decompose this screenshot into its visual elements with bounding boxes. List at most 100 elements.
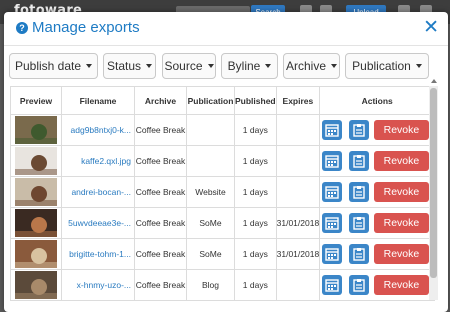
preview-cell xyxy=(10,145,62,177)
edit-button[interactable] xyxy=(348,244,369,264)
calendar-button[interactable] xyxy=(322,213,343,233)
actions-cell: Revoke xyxy=(319,114,436,146)
calendar-button[interactable] xyxy=(322,151,343,171)
filter-status[interactable]: Status xyxy=(103,53,156,79)
calendar-button[interactable] xyxy=(322,120,343,140)
table-row: andrei-bocan-... Coffee Break Website 1 … xyxy=(10,176,436,208)
published-cell: 1 days xyxy=(234,269,277,301)
expires-cell xyxy=(275,145,321,177)
edit-button[interactable] xyxy=(348,275,369,295)
published-cell: 1 days xyxy=(234,207,277,239)
scrollbar-thumb[interactable] xyxy=(430,88,437,278)
clipboard-icon xyxy=(352,248,365,261)
table-row: brigitte-tohm-1... Coffee Break SoMe 1 d… xyxy=(10,238,436,270)
filter-publish-date[interactable]: Publish date xyxy=(9,53,98,79)
edit-button[interactable] xyxy=(348,213,369,233)
expires-cell xyxy=(275,269,321,301)
revoke-button[interactable]: Revoke xyxy=(373,182,429,202)
filter-archive[interactable]: Archive xyxy=(283,53,340,79)
close-icon[interactable]: ✕ xyxy=(423,16,439,39)
filter-publication[interactable]: Publication xyxy=(345,53,429,79)
filename-link[interactable]: 5uwvdeeae3e-... xyxy=(61,207,135,239)
edit-button[interactable] xyxy=(348,151,369,171)
clipboard-icon xyxy=(352,186,365,199)
filename-link[interactable]: adg9b8ntxj0-k... xyxy=(61,114,135,146)
filter-source[interactable]: Source xyxy=(162,53,216,79)
calendar-button[interactable] xyxy=(322,275,343,295)
column-header-actions: Actions xyxy=(319,86,436,115)
filter-label: Publish date xyxy=(14,59,82,73)
preview-thumbnail[interactable] xyxy=(15,271,57,299)
actions-cell: Revoke xyxy=(319,269,436,301)
expires-cell xyxy=(275,176,321,208)
clipboard-icon xyxy=(352,124,365,137)
filter-label: Source xyxy=(164,59,203,73)
revoke-button[interactable]: Revoke xyxy=(373,213,429,233)
preview-cell xyxy=(10,238,62,270)
archive-cell: Coffee Break xyxy=(134,114,187,146)
calendar-icon xyxy=(325,124,339,137)
calendar-icon xyxy=(325,186,339,199)
revoke-button[interactable]: Revoke xyxy=(373,120,429,140)
revoke-button[interactable]: Revoke xyxy=(373,275,429,295)
preview-cell xyxy=(10,269,62,301)
calendar-icon xyxy=(325,279,339,292)
filename-link[interactable]: kaffe2.qxl.jpg xyxy=(61,145,135,177)
column-header-preview: Preview xyxy=(10,86,62,115)
column-header-filename: Filename xyxy=(61,86,135,115)
calendar-icon xyxy=(325,248,339,261)
filename-link[interactable]: brigitte-tohm-1... xyxy=(61,238,135,270)
filename-link[interactable]: x-hnmy-uzo-... xyxy=(61,269,135,301)
calendar-icon xyxy=(325,155,339,168)
expires-cell: 31/01/2018 xyxy=(275,207,321,239)
table-row: 5uwvdeeae3e-... Coffee Break SoMe 1 days… xyxy=(10,207,436,239)
preview-cell xyxy=(10,207,62,239)
preview-cell xyxy=(10,176,62,208)
table-row: x-hnmy-uzo-... Coffee Break Blog 1 days xyxy=(10,269,436,301)
filename-link[interactable]: andrei-bocan-... xyxy=(61,176,135,208)
preview-thumbnail[interactable] xyxy=(15,116,57,144)
filter-byline[interactable]: Byline xyxy=(221,53,278,79)
calendar-icon xyxy=(325,217,339,230)
help-icon[interactable]: ? xyxy=(16,21,28,34)
dialog-title-text: Manage exports xyxy=(32,19,140,36)
column-header-published: Published xyxy=(234,86,277,115)
preview-thumbnail[interactable] xyxy=(15,209,57,237)
clipboard-icon xyxy=(352,279,365,292)
preview-cell xyxy=(10,114,62,146)
revoke-button[interactable]: Revoke xyxy=(373,244,429,264)
calendar-button[interactable] xyxy=(322,182,343,202)
filter-label: Status xyxy=(106,59,142,73)
actions-cell: Revoke xyxy=(319,176,436,208)
scroll-up-arrow-icon[interactable] xyxy=(431,79,437,83)
table-row: adg9b8ntxj0-k... Coffee Break 1 days Rev… xyxy=(10,114,436,146)
publication-cell: Blog xyxy=(186,269,235,301)
archive-cell: Coffee Break xyxy=(134,238,187,270)
preview-thumbnail[interactable] xyxy=(15,147,57,175)
publication-cell: SoMe xyxy=(186,207,235,239)
edit-button[interactable] xyxy=(348,120,369,140)
calendar-button[interactable] xyxy=(322,244,343,264)
publication-cell: Website xyxy=(186,176,235,208)
chevron-down-icon xyxy=(265,64,272,68)
archive-cell: Coffee Break xyxy=(134,176,187,208)
published-cell: 1 days xyxy=(234,176,277,208)
revoke-button[interactable]: Revoke xyxy=(373,151,429,171)
chevron-down-icon xyxy=(86,64,93,68)
published-cell: 1 days xyxy=(234,114,277,146)
column-header-archive: Archive xyxy=(134,86,187,115)
table-header-row: Preview Filename Archive Publication Pub… xyxy=(10,86,436,115)
publication-cell xyxy=(186,114,235,146)
expires-cell: 31/01/2018 xyxy=(275,238,321,270)
archive-cell: Coffee Break xyxy=(134,207,187,239)
preview-thumbnail[interactable] xyxy=(15,178,57,206)
preview-thumbnail[interactable] xyxy=(15,240,57,268)
edit-button[interactable] xyxy=(348,182,369,202)
archive-cell: Coffee Break xyxy=(134,145,187,177)
published-cell: 1 days xyxy=(234,238,277,270)
filter-label: Archive xyxy=(286,59,327,73)
table-row: kaffe2.qxl.jpg Coffee Break 1 days Revok… xyxy=(10,145,436,177)
dialog-header: ? Manage exports ✕ xyxy=(4,12,448,46)
chevron-down-icon xyxy=(415,64,422,68)
filter-label: Byline xyxy=(227,59,261,73)
